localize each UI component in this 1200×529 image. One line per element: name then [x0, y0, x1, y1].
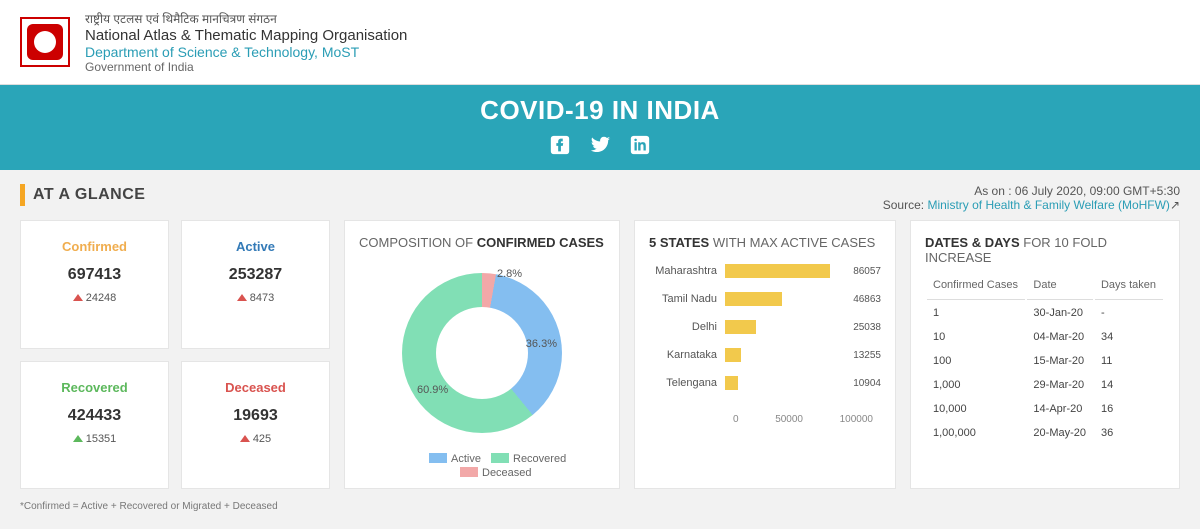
bar-value: 25038	[853, 322, 881, 333]
org-logo	[20, 17, 70, 67]
source-label: Source:	[883, 198, 928, 212]
department-name: Department of Science & Technology, MoST	[85, 44, 407, 60]
table-title-bold: DATES & DAYS	[925, 235, 1023, 250]
stat-delta: 15351	[86, 433, 117, 445]
stat-value: 253287	[190, 266, 321, 284]
donut-chart-card: COMPOSITION OF CONFIRMED CASES 2.8% 36.3…	[344, 220, 620, 489]
stat-confirmed: Confirmed 697413 24248	[20, 220, 169, 349]
stat-label: Recovered	[29, 380, 160, 395]
col-confirmed: Confirmed Cases	[927, 275, 1025, 300]
col-days: Days taken	[1095, 275, 1163, 300]
table-row: 10,00014-Apr-2016	[927, 398, 1163, 420]
col-date: Date	[1027, 275, 1093, 300]
table-row: 10015-Mar-2011	[927, 350, 1163, 372]
slice-label-deceased: 2.8%	[497, 268, 522, 280]
donut-chart	[402, 273, 562, 433]
as-on-date: As on : 06 July 2020, 09:00 GMT+5:30	[883, 184, 1180, 198]
table-row: 1004-Mar-2034	[927, 326, 1163, 348]
chart-title-pre: COMPOSITION OF	[359, 235, 477, 250]
org-name-english: National Atlas & Thematic Mapping Organi…	[85, 27, 407, 44]
donut-legend: Active Recovered	[359, 452, 605, 464]
up-arrow-icon	[73, 435, 83, 442]
slice-label-active: 36.3%	[526, 338, 557, 350]
stat-recovered: Recovered 424433 15351	[20, 361, 169, 490]
stat-value: 19693	[190, 407, 321, 425]
up-arrow-icon	[73, 294, 83, 301]
stat-delta: 8473	[250, 292, 274, 304]
bar-row: Maharashtra 86057	[649, 264, 881, 278]
bar-row: Tamil Nadu 46863	[649, 292, 881, 306]
axis-tick: 50000	[775, 414, 803, 425]
bar-label: Delhi	[649, 321, 725, 333]
legend-swatch-active	[429, 453, 447, 463]
stat-delta: 24248	[86, 292, 117, 304]
stats-grid: Confirmed 697413 24248 Active 253287 847…	[20, 220, 330, 489]
site-header: राष्ट्रीय एटलस एवं थिमैटिक मानचित्रण संग…	[0, 0, 1200, 85]
bar-label: Telengana	[649, 377, 725, 389]
section-heading: AT A GLANCE	[20, 184, 145, 206]
org-name-hindi: राष्ट्रीय एटलस एवं थिमैटिक मानचित्रण संग…	[85, 10, 407, 27]
stat-value: 424433	[29, 407, 160, 425]
accent-bar	[20, 184, 25, 206]
axis-tick: 0	[733, 414, 739, 425]
slice-label-recovered: 60.9%	[417, 384, 448, 396]
stat-label: Confirmed	[29, 239, 160, 254]
stat-value: 697413	[29, 266, 160, 284]
twitter-icon[interactable]	[587, 132, 613, 158]
table-row: 130-Jan-20-	[927, 302, 1163, 324]
stat-label: Deceased	[190, 380, 321, 395]
facebook-icon[interactable]	[547, 132, 573, 158]
legend-swatch-recovered	[491, 453, 509, 463]
bar-label: Tamil Nadu	[649, 293, 725, 305]
bar-chart-card: 5 STATES WITH MAX ACTIVE CASES Maharasht…	[634, 220, 896, 489]
up-arrow-icon	[237, 294, 247, 301]
page-banner: COVID-19 IN INDIA	[0, 85, 1200, 170]
chart-title-bold: CONFIRMED CASES	[477, 235, 604, 250]
bar-chart: Maharashtra 86057 Tamil Nadu 46863 Delhi…	[649, 258, 881, 410]
stat-delta: 425	[253, 433, 271, 445]
social-links	[0, 132, 1200, 158]
bar-label: Karnataka	[649, 349, 725, 361]
bar-value: 10904	[853, 378, 881, 389]
source-link[interactable]: Ministry of Health & Family Welfare (MoH…	[927, 198, 1169, 212]
chart-title-rest: WITH MAX ACTIVE CASES	[713, 235, 876, 250]
table-row: 1,00029-Mar-2014	[927, 374, 1163, 396]
bar-row: Karnataka 13255	[649, 348, 881, 362]
stat-deceased: Deceased 19693 425	[181, 361, 330, 490]
linkedin-icon[interactable]	[627, 132, 653, 158]
dates-table: Confirmed Cases Date Days taken 130-Jan-…	[925, 273, 1165, 446]
up-arrow-icon	[240, 435, 250, 442]
bar-value: 13255	[853, 350, 881, 361]
axis-tick: 100000	[840, 414, 873, 425]
legend-swatch-deceased	[460, 467, 478, 477]
bar-value: 46863	[853, 294, 881, 305]
dates-table-card: DATES & DAYS FOR 10 FOLD INCREASE Confir…	[910, 220, 1180, 489]
bar-row: Telengana 10904	[649, 376, 881, 390]
bar-row: Delhi 25038	[649, 320, 881, 334]
government-name: Government of India	[85, 60, 407, 74]
bar-label: Maharashtra	[649, 265, 725, 277]
chart-title-bold: 5 STATES	[649, 235, 713, 250]
stat-label: Active	[190, 239, 321, 254]
stat-active: Active 253287 8473	[181, 220, 330, 349]
page-title: COVID-19 IN INDIA	[0, 95, 1200, 126]
at-a-glance-title: AT A GLANCE	[33, 186, 145, 204]
table-row: 1,00,00020-May-2036	[927, 422, 1163, 444]
footnote: *Confirmed = Active + Recovered or Migra…	[0, 497, 1200, 516]
bar-value: 86057	[853, 266, 881, 277]
